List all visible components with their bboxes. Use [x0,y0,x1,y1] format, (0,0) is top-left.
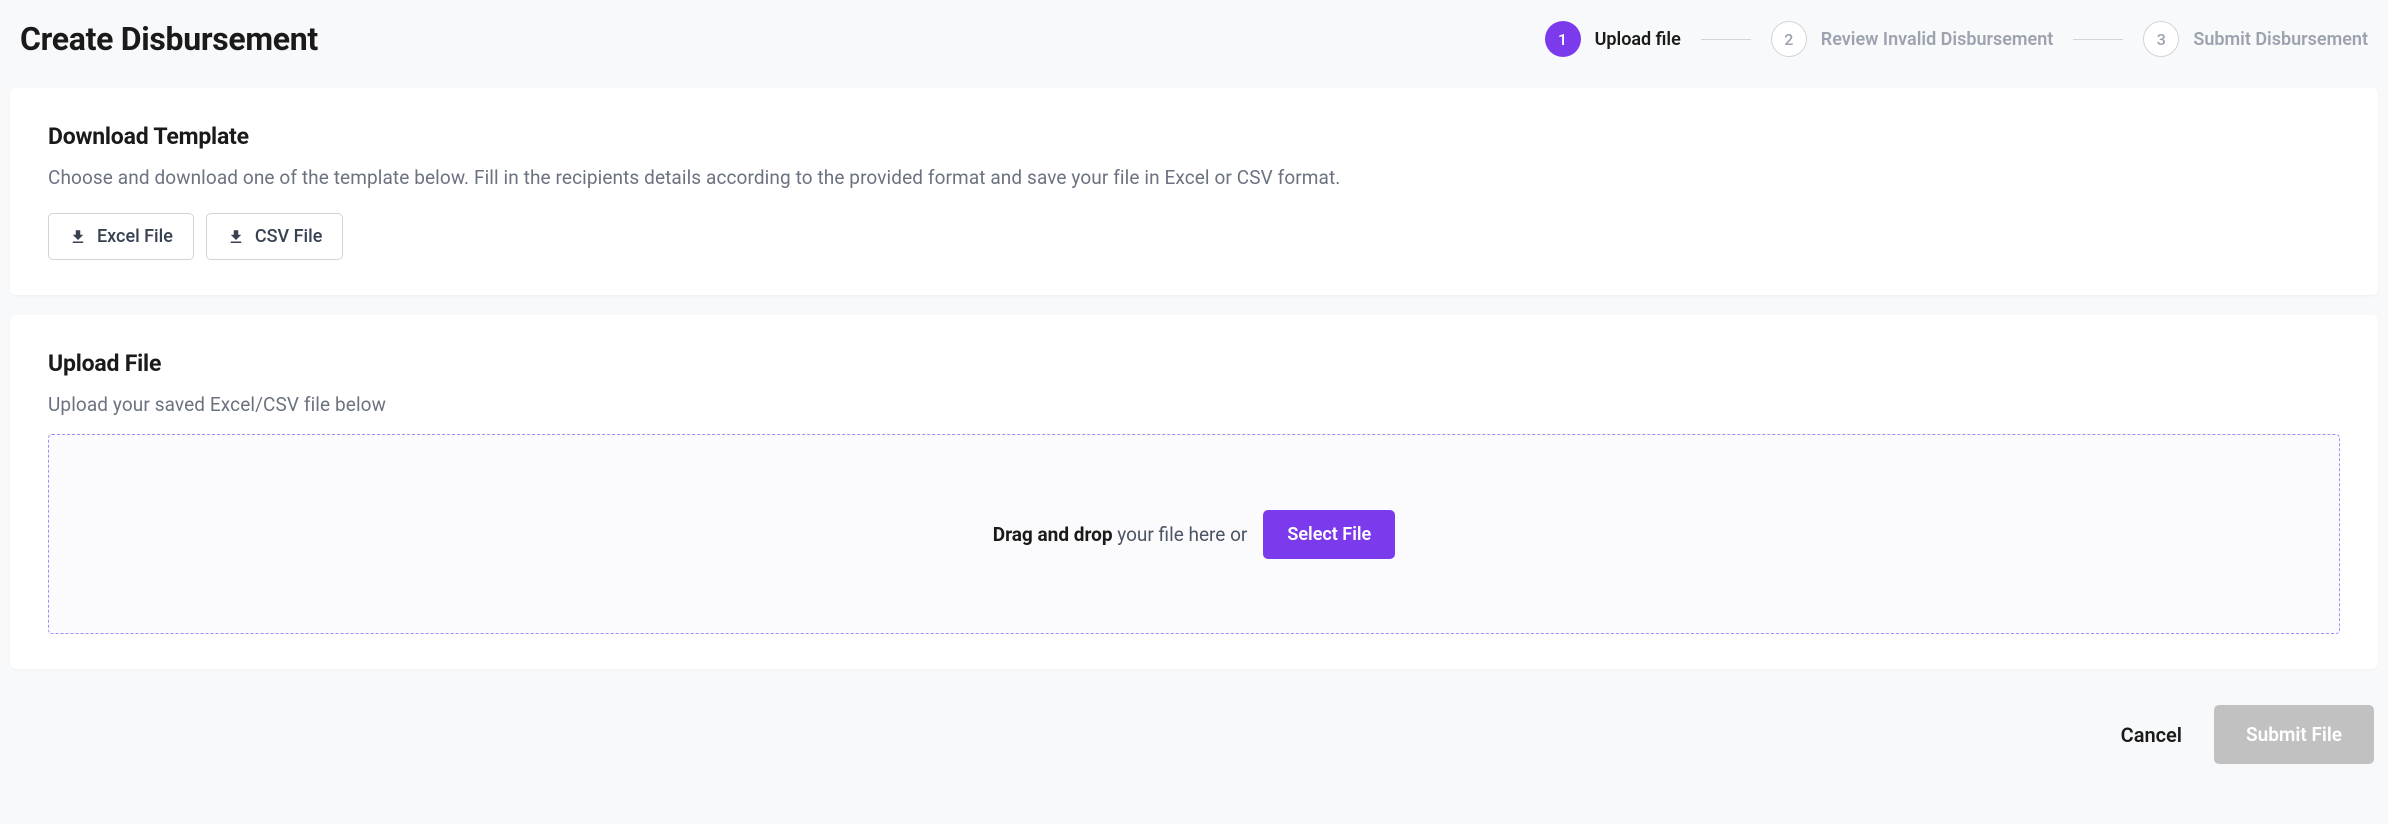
csv-file-label: CSV File [255,226,322,247]
upload-file-card: Upload File Upload your saved Excel/CSV … [10,315,2378,669]
download-template-title: Download Template [48,123,2340,150]
csv-file-button[interactable]: CSV File [206,213,343,260]
upload-file-title: Upload File [48,350,2340,377]
step-label-1: Upload file [1595,29,1681,50]
step-number-3: 3 [2143,21,2179,57]
page-title: Create Disbursement [20,20,318,58]
submit-file-button[interactable]: Submit File [2214,705,2374,764]
step-connector [1701,39,1751,40]
excel-file-button[interactable]: Excel File [48,213,194,260]
download-template-card: Download Template Choose and download on… [10,88,2378,295]
download-template-description: Choose and download one of the template … [48,166,2340,189]
step-connector [2073,39,2123,40]
progress-stepper: 1 Upload file 2 Review Invalid Disbursem… [1545,21,2378,57]
step-submit-disbursement: 3 Submit Disbursement [2143,21,2368,57]
dropzone-text-bold: Drag and drop [993,523,1113,546]
download-icon [227,228,245,246]
file-dropzone[interactable]: Drag and drop your file here or Select F… [48,434,2340,634]
step-number-1: 1 [1545,21,1581,57]
step-label-2: Review Invalid Disbursement [1821,29,2054,50]
upload-file-description: Upload your saved Excel/CSV file below [48,393,2340,416]
select-file-button[interactable]: Select File [1263,510,1395,559]
dropzone-text-rest: your file here or [1113,523,1248,546]
step-label-3: Submit Disbursement [2193,29,2368,50]
excel-file-label: Excel File [97,226,173,247]
cancel-button[interactable]: Cancel [2121,723,2182,747]
download-icon [69,228,87,246]
step-review-invalid: 2 Review Invalid Disbursement [1771,21,2054,57]
step-upload-file: 1 Upload file [1545,21,1681,57]
step-number-2: 2 [1771,21,1807,57]
dropzone-text: Drag and drop your file here or [993,523,1248,546]
